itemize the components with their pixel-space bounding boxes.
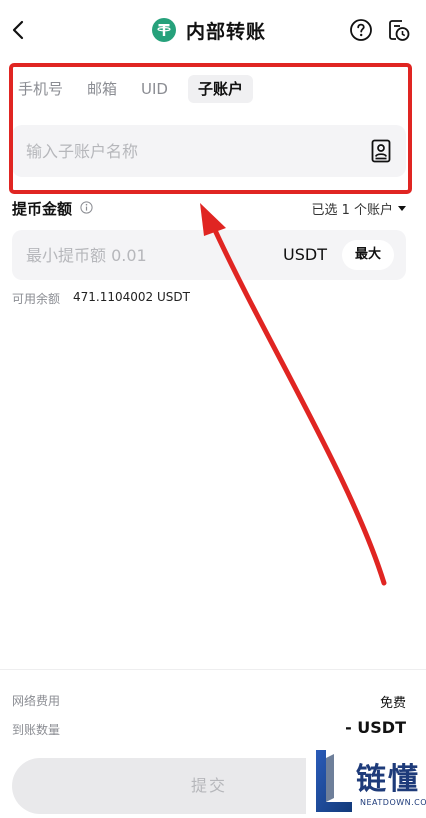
header: 内部转账 [0,0,426,58]
watermark-subtext: NEATDOWN.COM [360,798,426,807]
tab-uid[interactable]: UID [141,75,168,103]
recipient-type-tabs: 手机号 邮箱 UID 子账户 [18,74,277,104]
watermark: 链懂 NEATDOWN.COM [306,746,426,818]
history-button[interactable] [387,17,411,43]
receive-amount-value: - USDT [345,718,406,737]
info-icon[interactable] [80,201,93,214]
watermark-text: 链懂 [356,762,420,797]
contact-book-button[interactable] [369,138,393,164]
caret-down-icon [398,206,406,211]
address-book-icon [371,139,391,163]
help-button[interactable] [349,18,373,42]
chevron-left-icon [12,20,24,40]
currency-unit: USDT [283,245,327,264]
account-selector-label: 已选 1 个账户 [311,203,393,218]
watermark-logo-icon [316,750,352,812]
tab-email[interactable]: 邮箱 [87,75,117,103]
app-screen: 内部转账 手机号 邮箱 UID 子账户 输入子账户名称 提币金额 已选 1 个账… [0,0,426,818]
network-fee-label: 网络费用 [12,694,61,708]
tab-phone[interactable]: 手机号 [18,75,63,103]
available-balance-value: 471.1104002 USDT [73,290,190,304]
receive-amount-label: 到账数量 [12,723,61,737]
amount-input[interactable] [12,230,262,280]
amount-field: USDT 最大 [12,230,406,280]
available-balance-label: 可用余额 [12,292,61,306]
back-button[interactable] [8,16,30,44]
title-group: 内部转账 [152,16,266,44]
sub-account-input[interactable] [12,125,352,177]
page-title: 内部转账 [186,20,267,43]
sub-account-field [12,125,406,177]
tab-sub-account[interactable]: 子账户 [187,75,253,103]
tether-icon [152,18,176,42]
history-record-icon [389,20,410,41]
question-circle-icon [350,19,372,41]
amount-label: 提币金额 [12,200,73,218]
amount-label-row: 提币金额 已选 1 个账户 [12,198,412,218]
account-selector[interactable]: 已选 1 个账户 [311,199,406,218]
max-button[interactable]: 最大 [342,240,394,270]
network-fee-value: 免费 [379,696,406,711]
